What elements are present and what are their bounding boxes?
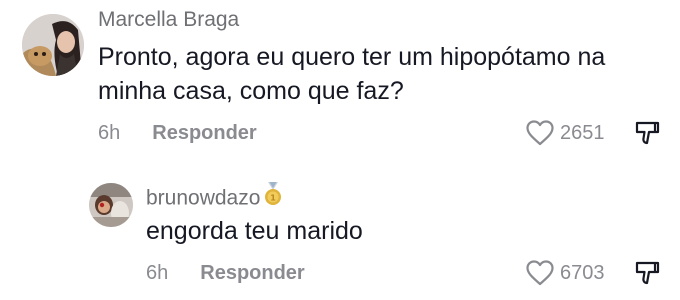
comment-username[interactable]: Marcella Braga: [98, 8, 239, 32]
avatar[interactable]: [89, 183, 133, 227]
comment-timestamp: 6h: [98, 122, 121, 144]
reply-username-text[interactable]: brunowdazo: [146, 187, 260, 210]
reply-meta: 6h Responder: [146, 262, 305, 285]
avatar[interactable]: [22, 14, 84, 76]
dislike-icon[interactable]: [634, 260, 660, 286]
like-count: 6703: [560, 261, 605, 284]
reply-timestamp: 6h: [146, 262, 169, 284]
reply-text: engorda teu marido: [146, 217, 363, 245]
reply-button[interactable]: Responder: [152, 122, 256, 145]
like-count: 2651: [560, 121, 605, 144]
comment-meta: 6h Responder: [98, 122, 257, 145]
dislike-icon[interactable]: [634, 120, 660, 146]
reply-item: brunowdazo 1 engorda teu marido 6h Respo…: [0, 170, 680, 300]
like-area: 6703: [526, 260, 660, 286]
heart-icon[interactable]: [526, 120, 554, 146]
gold-medal-icon: 1: [264, 182, 282, 212]
comment-text: Pronto, agora eu quero ter um hipopótamo…: [98, 43, 606, 105]
reply-button[interactable]: Responder: [200, 262, 304, 285]
reply-username[interactable]: brunowdazo 1: [146, 182, 282, 214]
heart-icon[interactable]: [526, 260, 554, 286]
like-area: 2651: [526, 120, 660, 146]
svg-text:1: 1: [271, 194, 277, 203]
comment-item: Marcella Braga Pronto, agora eu quero te…: [0, 0, 680, 160]
avatar-photo: [22, 14, 84, 76]
avatar-photo: [89, 183, 133, 227]
